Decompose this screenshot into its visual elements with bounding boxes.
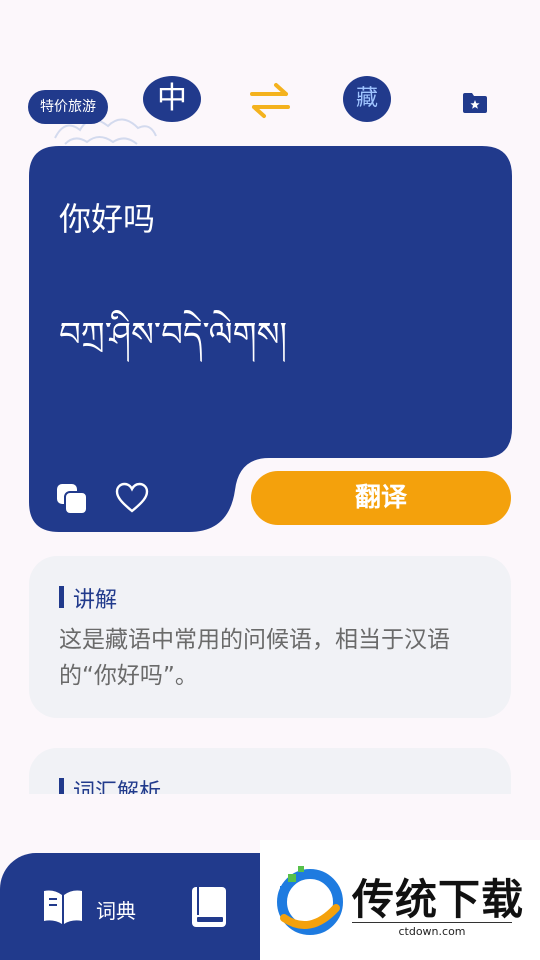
top-bar: 特价旅游 中 藏 xyxy=(0,76,540,145)
book-icon[interactable] xyxy=(190,885,228,929)
vocabulary-panel: 词汇解析 xyxy=(29,748,511,794)
explanation-panel: 讲解 这是藏语中常用的问候语，相当于汉语的“你好吗”。 xyxy=(29,556,511,718)
ctdown-logo-icon xyxy=(277,866,343,935)
source-text[interactable]: 你好吗 xyxy=(59,194,155,240)
promo-travel-button[interactable]: 特价旅游 xyxy=(28,90,108,124)
bottom-navigation: 词典 xyxy=(0,853,260,960)
star-folder-icon[interactable] xyxy=(462,92,488,114)
heart-icon[interactable] xyxy=(115,482,149,514)
nav-dictionary-label[interactable]: 词典 xyxy=(96,895,136,924)
vocabulary-title: 词汇解析 xyxy=(59,774,161,794)
translate-button[interactable]: 翻译 xyxy=(251,471,511,525)
copy-icon[interactable] xyxy=(55,482,89,516)
swap-arrows-icon[interactable] xyxy=(246,80,294,120)
watermark-url: ctdown.com xyxy=(352,922,512,938)
explanation-body: 这是藏语中常用的问候语，相当于汉语的“你好吗”。 xyxy=(59,627,450,689)
open-book-icon[interactable] xyxy=(42,889,84,925)
target-language-button[interactable]: 藏 xyxy=(343,76,391,122)
explanation-title: 讲解 xyxy=(59,582,117,614)
watermark: 传统下载 ctdown.com xyxy=(260,840,540,960)
translated-text: བཀྲ་ཤིས་བདེ་ལེགས། xyxy=(59,315,288,355)
watermark-title: 传统下载 xyxy=(352,875,525,924)
source-language-button[interactable]: 中 xyxy=(143,76,201,122)
